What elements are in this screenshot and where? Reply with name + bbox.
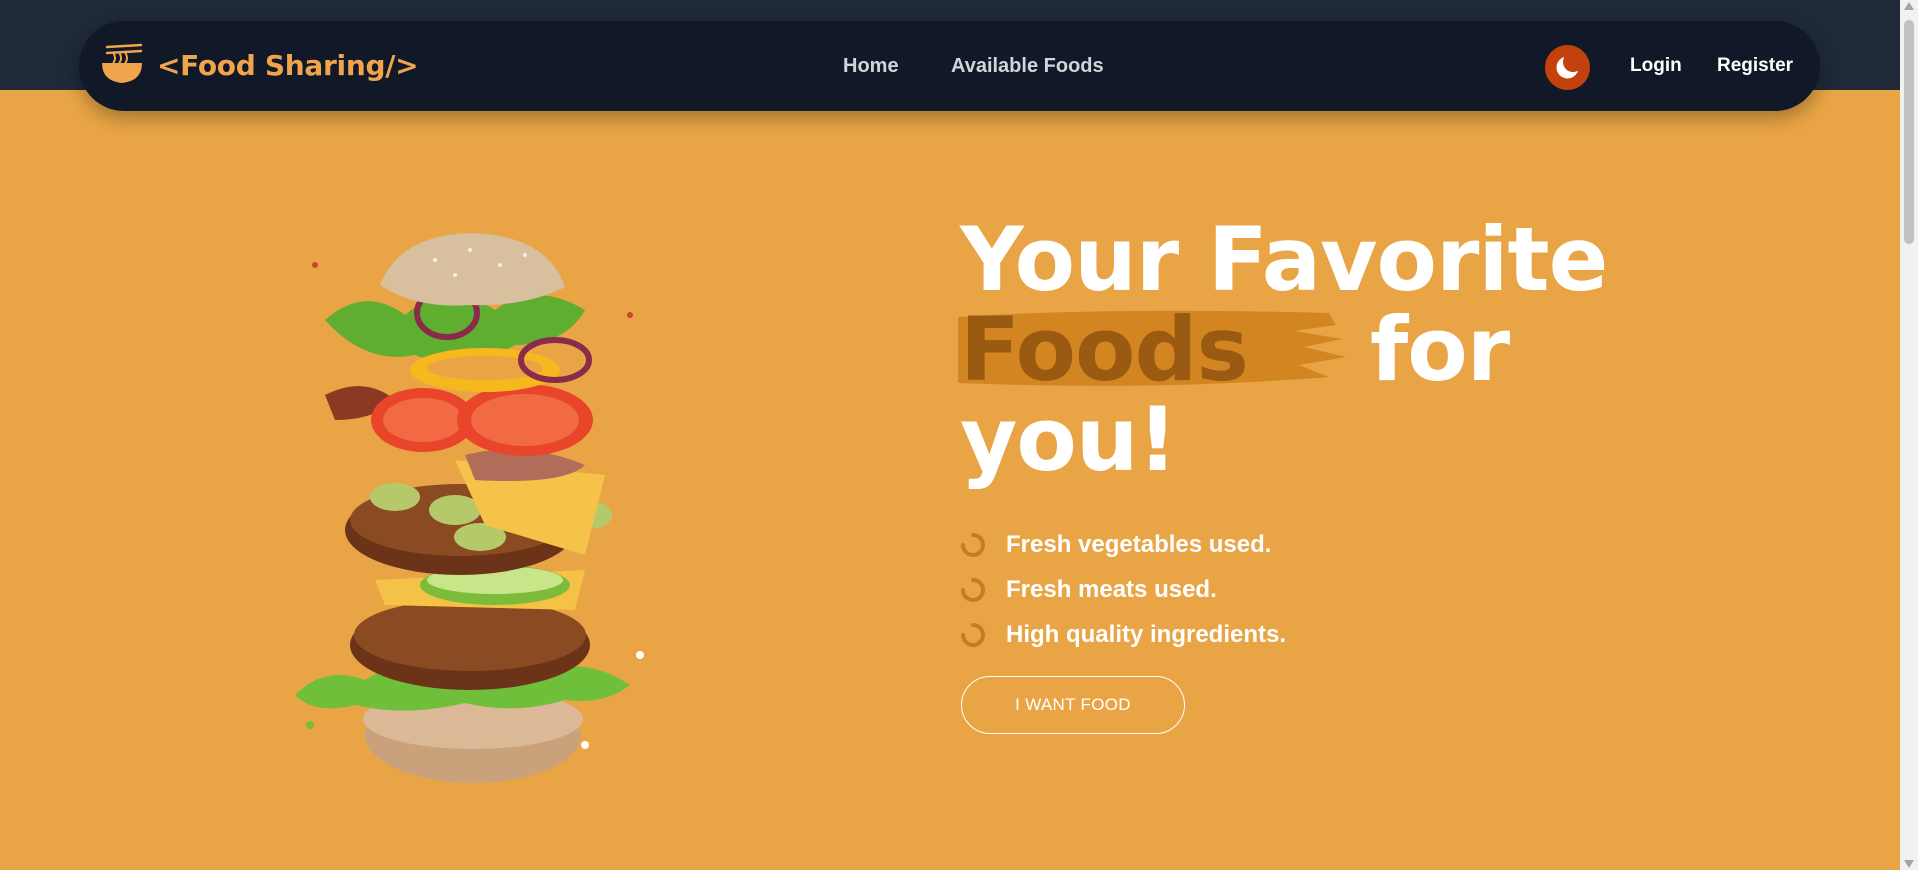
- hero-title-line-2-end: for: [1370, 298, 1510, 401]
- login-link[interactable]: Login: [1630, 55, 1682, 77]
- list-item: Fresh vegetables used.: [960, 522, 1286, 567]
- hero-title-line-3: you!: [960, 388, 1178, 491]
- scrollbar-thumb[interactable]: [1904, 20, 1914, 244]
- hero-headline: Your Favorite Foods for you!: [958, 208, 1660, 491]
- register-link[interactable]: Register: [1717, 55, 1793, 77]
- nav-link-home[interactable]: Home: [843, 55, 899, 78]
- feature-text: High quality ingredients.: [1006, 620, 1287, 648]
- spinner-icon: [961, 577, 985, 602]
- feature-list: Fresh vegetables used. Fresh meats used.…: [960, 522, 1286, 657]
- spinner-icon: [961, 532, 985, 557]
- moon-icon: [1556, 54, 1581, 79]
- spinner-icon: [961, 622, 985, 647]
- list-item: Fresh meats used.: [960, 567, 1286, 612]
- i-want-food-button[interactable]: I WANT FOOD: [961, 676, 1185, 734]
- theme-toggle-button[interactable]: [1545, 45, 1590, 90]
- nav-link-available-foods[interactable]: Available Foods: [951, 55, 1104, 78]
- list-item: High quality ingredients.: [960, 612, 1286, 657]
- hero-title-line-1: Your Favorite: [960, 208, 1608, 311]
- scroll-up-arrow-icon[interactable]: [1904, 2, 1914, 10]
- brand-logo-text[interactable]: <Food Sharing/>: [157, 49, 419, 82]
- hero-title-highlight: Foods: [960, 298, 1249, 401]
- scroll-down-arrow-icon[interactable]: [1904, 860, 1914, 868]
- feature-text: Fresh vegetables used.: [1006, 530, 1272, 558]
- feature-text: Fresh meats used.: [1006, 575, 1217, 603]
- noodle-bowl-icon[interactable]: [101, 43, 143, 85]
- page-scrollbar[interactable]: [1900, 0, 1918, 870]
- navbar: <Food Sharing/> Home Available Foods Log…: [79, 21, 1820, 111]
- burger-illustration: [295, 233, 644, 783]
